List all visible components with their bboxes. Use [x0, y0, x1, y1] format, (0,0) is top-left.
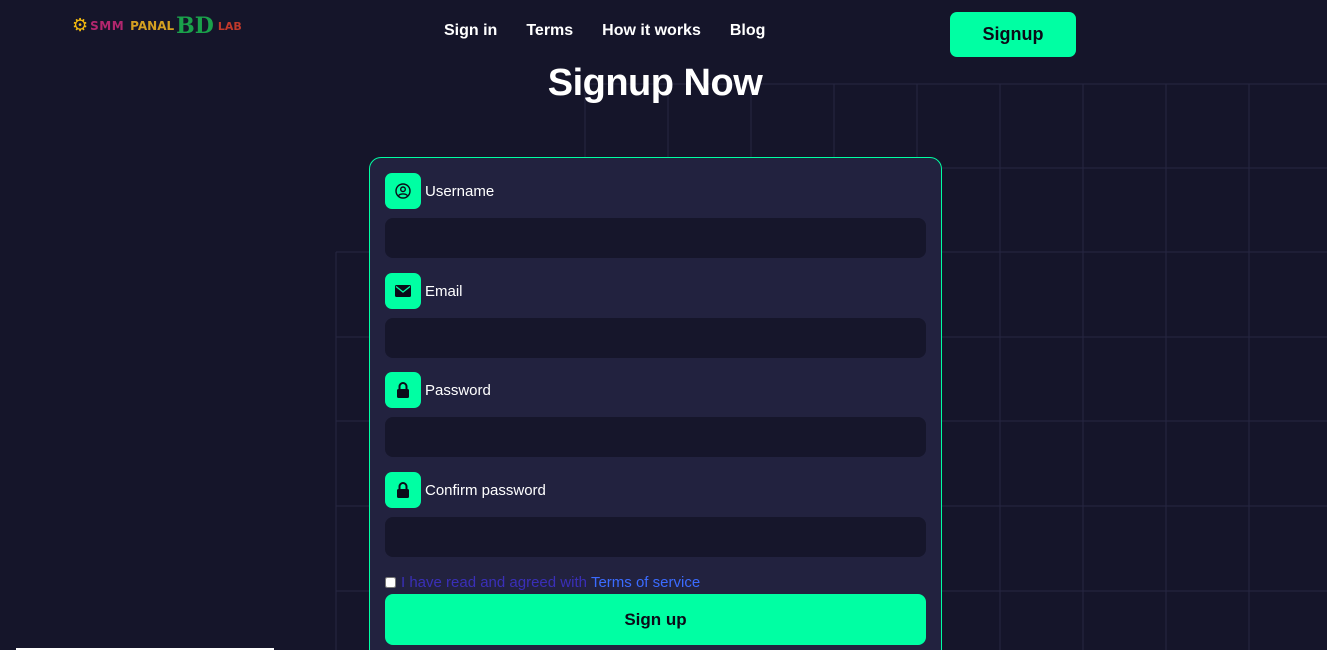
username-field-group: Username: [385, 173, 926, 258]
logo-text-panal: PANAL: [130, 19, 175, 33]
username-label-row: Username: [385, 173, 926, 209]
nav-sign-in[interactable]: Sign in: [444, 22, 497, 40]
lock-icon: [385, 472, 421, 508]
terms-agree-text: I have read and agreed with: [401, 574, 587, 591]
username-input[interactable]: [385, 218, 926, 258]
signup-form: Username Email Password Confirm password: [369, 157, 942, 650]
nav-terms[interactable]: Terms: [526, 22, 573, 40]
email-input[interactable]: [385, 318, 926, 358]
password-label: Password: [425, 381, 491, 399]
password-field-group: Password: [385, 372, 926, 457]
user-circle-icon: [385, 173, 421, 209]
password-input[interactable]: [385, 417, 926, 457]
email-field-group: Email: [385, 273, 926, 358]
nav-how-it-works[interactable]: How it works: [602, 22, 701, 40]
signup-submit-button[interactable]: Sign up: [385, 594, 926, 645]
gear-icon: ⚙: [72, 15, 89, 36]
site-logo[interactable]: ⚙ SMM PANAL BD LAB: [72, 12, 242, 40]
header-signup-button[interactable]: Signup: [950, 12, 1076, 57]
email-label-row: Email: [385, 273, 926, 309]
nav-blog[interactable]: Blog: [730, 22, 766, 40]
main-nav: Sign in Terms How it works Blog: [444, 22, 765, 40]
lock-icon: [385, 372, 421, 408]
terms-of-service-link[interactable]: Terms of service: [591, 574, 700, 591]
email-label: Email: [425, 282, 463, 300]
confirm-password-input[interactable]: [385, 517, 926, 557]
logo-text-lab: LAB: [217, 19, 242, 33]
username-label: Username: [425, 182, 495, 200]
page-title: Signup Now: [547, 62, 763, 104]
confirm-password-label: Confirm password: [425, 481, 546, 499]
logo-text-bd: BD: [176, 13, 214, 39]
terms-checkbox[interactable]: [385, 577, 396, 588]
logo-text-smm: SMM: [90, 19, 125, 33]
password-label-row: Password: [385, 372, 926, 408]
confirm-password-field-group: Confirm password: [385, 472, 926, 557]
terms-agreement: I have read and agreed with Terms of ser…: [385, 574, 700, 591]
envelope-icon: [385, 273, 421, 309]
confirm-password-label-row: Confirm password: [385, 472, 926, 508]
